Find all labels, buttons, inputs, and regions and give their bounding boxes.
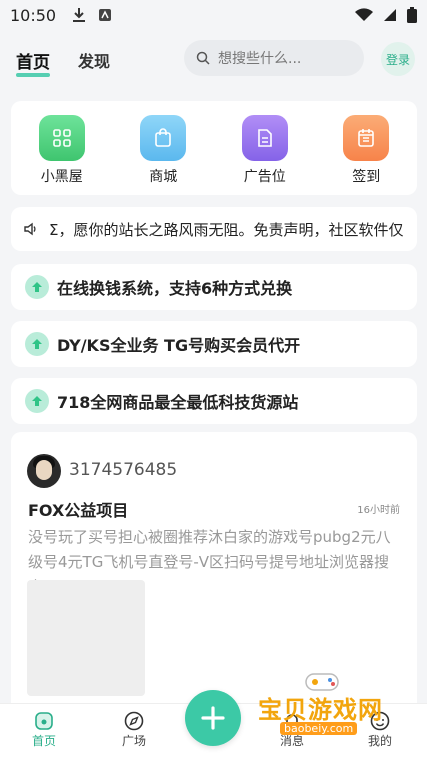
nav-square-label: 广场 — [121, 734, 146, 748]
nav-home[interactable]: 首页 — [14, 710, 74, 749]
post-title: FOX公益项目 — [28, 501, 129, 520]
status-time: 10:50 — [10, 5, 57, 25]
arrow-up-icon — [25, 275, 49, 299]
arrow-up-icon — [25, 389, 49, 413]
grid-item-checkin[interactable]: 签到 — [331, 115, 401, 186]
wifi-icon — [355, 8, 373, 21]
home-icon — [35, 712, 53, 730]
signal-icon — [384, 9, 396, 21]
tab-home[interactable]: 首页 — [16, 48, 50, 77]
search-input[interactable]: 想搜些什么... — [184, 40, 364, 76]
speaker-icon — [24, 222, 36, 236]
plus-icon — [201, 706, 225, 730]
grid-label: 签到 — [352, 169, 381, 185]
nav-square[interactable]: 广场 — [104, 710, 164, 749]
promo-item[interactable]: 在线换钱系统，支持6种方式兑换 — [11, 264, 417, 310]
arrow-up-icon — [25, 332, 49, 356]
add-post-button[interactable] — [185, 690, 241, 746]
avatar[interactable] — [27, 454, 61, 488]
status-bar: 10:50 — [0, 0, 427, 30]
top-header: 首页 发现 想搜些什么... 登录 — [0, 30, 427, 90]
quick-entry-grid: 小黑屋 商城 广告位 签到 — [11, 101, 417, 195]
notice-text: Σ，愿你的站长之路风雨无阻。免责声明，社区软件仅 — [49, 220, 404, 239]
grid-item-blackroom[interactable]: 小黑屋 — [27, 115, 97, 186]
grid-item-shop[interactable]: 商城 — [128, 115, 198, 186]
grid-icon — [38, 115, 85, 161]
document-icon — [241, 115, 288, 161]
watermark-text: 宝贝游戏网 — [258, 696, 383, 724]
promo-text: 在线换钱系统，支持6种方式兑换 — [57, 279, 293, 298]
search-icon — [196, 51, 210, 65]
promo-item[interactable]: 718全网商品最全最低科技货源站 — [11, 378, 417, 424]
tab-home-label: 首页 — [16, 52, 50, 73]
post-username[interactable]: 3174576485 — [69, 460, 177, 480]
calendar-icon — [343, 115, 390, 161]
shopping-bag-icon — [140, 115, 187, 161]
tab-discover-label: 发现 — [78, 52, 111, 71]
avatar-face — [36, 460, 52, 480]
grid-label: 小黑屋 — [40, 169, 83, 185]
download-icon — [73, 8, 86, 22]
tab-active-indicator — [16, 72, 50, 77]
compass-icon — [124, 711, 144, 731]
login-button[interactable]: 登录 — [381, 42, 415, 76]
grid-item-ads[interactable]: 广告位 — [230, 115, 300, 186]
tab-discover[interactable]: 发现 — [78, 48, 110, 72]
search-placeholder: 想搜些什么... — [218, 51, 302, 67]
post-image[interactable] — [27, 580, 145, 696]
battery-icon — [407, 7, 417, 23]
watermark: 宝贝游戏网 baobeiy.com — [258, 668, 408, 748]
notice-marquee[interactable]: Σ，愿你的站长之路风雨无阻。免责声明，社区软件仅 — [11, 207, 417, 251]
grid-label: 商城 — [149, 169, 178, 185]
promo-item[interactable]: DY/KS全业务 TG号购买会员代开 — [11, 321, 417, 367]
post-time: 16小时前 — [357, 505, 400, 516]
promo-text: 718全网商品最全最低科技货源站 — [57, 393, 299, 412]
app-notification-icon — [99, 9, 112, 21]
watermark-url: baobeiy.com — [280, 722, 358, 735]
nav-home-label: 首页 — [31, 734, 56, 748]
promo-text: DY/KS全业务 TG号购买会员代开 — [57, 336, 301, 355]
grid-label: 广告位 — [243, 169, 286, 185]
